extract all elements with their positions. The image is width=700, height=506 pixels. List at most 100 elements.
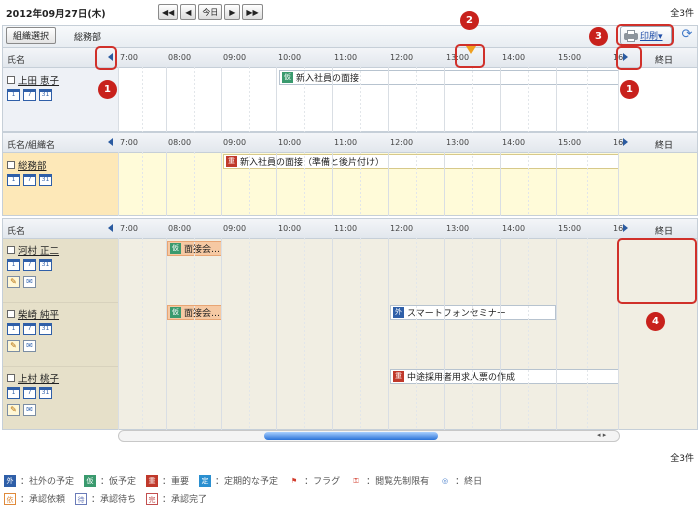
tick-label: 10:00 bbox=[278, 138, 302, 147]
member-name-link[interactable]: 上村 桃子 bbox=[18, 371, 59, 385]
tick-label: 12:00 bbox=[390, 53, 414, 62]
legend-label: ：承認依頼 bbox=[20, 495, 66, 505]
member-checkbox[interactable] bbox=[7, 310, 15, 318]
week-calendar-icon[interactable]: 7 bbox=[23, 387, 36, 399]
org-checkbox[interactable] bbox=[7, 161, 15, 169]
half-hour-gridline bbox=[304, 67, 305, 132]
event-title: 中途採用者用求人票の作成 bbox=[407, 373, 516, 383]
member-row-header: 柴崎 純平 bbox=[7, 307, 59, 321]
week-calendar-icon[interactable]: 7 bbox=[23, 89, 36, 101]
member-name-cell: 柴崎 純平 1 7 31 ✎ ✉ bbox=[3, 303, 119, 367]
month-calendar-icon[interactable]: 31 bbox=[39, 387, 52, 399]
scroll-left-arrow-icon[interactable] bbox=[108, 224, 113, 232]
schedule-event[interactable]: 重 中途採用者用求人票の作成 bbox=[390, 369, 619, 384]
schedule-event[interactable]: 重 新入社員の面接（準備と後片付け） bbox=[223, 154, 619, 169]
mail-icon[interactable]: ✉ bbox=[23, 340, 36, 352]
hour-gridline bbox=[332, 238, 333, 430]
month-calendar-icon[interactable]: 31 bbox=[39, 323, 52, 335]
prev-week-button[interactable]: ◀◀ bbox=[158, 4, 179, 20]
name-column-header: 氏名 bbox=[7, 227, 26, 237]
schedule-event[interactable]: 外 スマートフォンセミナー bbox=[390, 305, 556, 320]
hour-gridline bbox=[332, 67, 333, 132]
hour-gridline bbox=[388, 67, 389, 132]
member-name-link[interactable]: 柴崎 純平 bbox=[18, 307, 59, 321]
tentative-tag-icon: 仮 bbox=[170, 243, 181, 254]
tick-label: 08:00 bbox=[168, 138, 192, 147]
hour-gridline bbox=[166, 238, 167, 430]
scroll-arrows[interactable]: ◂ ▸ bbox=[597, 431, 606, 439]
member-checkbox[interactable] bbox=[7, 374, 15, 382]
callout-box-3 bbox=[616, 24, 674, 46]
tick-label: 14:00 bbox=[502, 53, 526, 62]
member-checkbox[interactable] bbox=[7, 246, 15, 254]
member-name-link[interactable]: 河村 正二 bbox=[18, 243, 59, 257]
half-hour-gridline bbox=[360, 152, 361, 216]
hour-gridline bbox=[221, 67, 222, 132]
org-select-button[interactable]: 組織選択 bbox=[6, 27, 57, 44]
tick-label: 09:00 bbox=[223, 224, 247, 233]
user-name-link[interactable]: 上田 恵子 bbox=[18, 73, 59, 87]
half-hour-gridline bbox=[142, 67, 143, 132]
today-button[interactable]: 今日 bbox=[198, 4, 223, 20]
tick-label: 10:00 bbox=[278, 224, 302, 233]
member-action-icons: ✎ ✉ bbox=[7, 404, 36, 416]
legend-label: ：定期的な予定 bbox=[215, 477, 279, 487]
tick-label: 13:00 bbox=[446, 224, 470, 233]
hour-gridline bbox=[118, 67, 119, 132]
hour-gridline bbox=[166, 152, 167, 216]
edit-note-icon[interactable]: ✎ bbox=[7, 276, 20, 288]
edit-note-icon[interactable]: ✎ bbox=[7, 404, 20, 416]
scroll-left-arrow-icon[interactable] bbox=[108, 138, 113, 146]
allday-column-header: 終日 bbox=[655, 56, 674, 66]
tick-label: 09:00 bbox=[223, 53, 247, 62]
week-calendar-icon[interactable]: 7 bbox=[23, 174, 36, 186]
month-calendar-icon[interactable]: 31 bbox=[39, 89, 52, 101]
day-calendar-icon[interactable]: 1 bbox=[7, 387, 20, 399]
org-name-link[interactable]: 総務部 bbox=[18, 158, 47, 172]
calendar-view-icons: 1 7 31 bbox=[7, 387, 52, 399]
event-title: 新入社員の面接 bbox=[296, 74, 360, 84]
next-week-button[interactable]: ▶▶ bbox=[242, 4, 263, 20]
member-name-cell: 上村 桃子 1 7 31 ✎ ✉ bbox=[3, 367, 119, 429]
callout-box-1b bbox=[616, 46, 642, 70]
day-calendar-icon[interactable]: 1 bbox=[7, 259, 20, 271]
week-calendar-icon[interactable]: 7 bbox=[23, 323, 36, 335]
next-day-button[interactable]: ▶ bbox=[224, 4, 241, 20]
member-schedule-section: 氏名 7:00 08:00 09:00 10:00 11:00 12:00 13… bbox=[2, 218, 698, 430]
legend-line-1: 外 ：社外の予定 仮：仮予定 重：重要 定：定期的な予定 ⚑ ：フラグ ⚿ ：閲覧先制… bbox=[4, 474, 482, 487]
half-hour-gridline bbox=[304, 152, 305, 216]
mail-icon[interactable]: ✉ bbox=[23, 276, 36, 288]
scrollbar-thumb[interactable] bbox=[264, 432, 438, 440]
legend-label: ：承認完了 bbox=[162, 495, 208, 505]
hour-gridline bbox=[444, 238, 445, 430]
refresh-icon[interactable]: ⟳ bbox=[680, 28, 694, 42]
hour-gridline bbox=[388, 152, 389, 216]
mail-icon[interactable]: ✉ bbox=[23, 404, 36, 416]
scroll-right-arrow-icon[interactable] bbox=[623, 224, 628, 232]
schedule-event[interactable]: 仮 新入社員の面接 bbox=[279, 70, 619, 85]
tick-label: 11:00 bbox=[334, 138, 358, 147]
month-calendar-icon[interactable]: 31 bbox=[39, 174, 52, 186]
horizontal-scrollbar[interactable] bbox=[118, 430, 620, 442]
prev-day-button[interactable]: ◀ bbox=[180, 4, 197, 20]
callout-badge-4: 4 bbox=[646, 312, 665, 331]
day-calendar-icon[interactable]: 1 bbox=[7, 174, 20, 186]
half-hour-gridline bbox=[194, 152, 195, 216]
day-calendar-icon[interactable]: 1 bbox=[7, 89, 20, 101]
calendar-view-icons: 1 7 31 bbox=[7, 89, 52, 101]
week-calendar-icon[interactable]: 7 bbox=[23, 259, 36, 271]
month-calendar-icon[interactable]: 31 bbox=[39, 259, 52, 271]
scroll-right-arrow-icon[interactable] bbox=[623, 138, 628, 146]
half-hour-gridline bbox=[587, 67, 588, 132]
user-checkbox[interactable] bbox=[7, 76, 15, 84]
half-hour-gridline bbox=[416, 238, 417, 430]
callout-badge-1: 1 bbox=[98, 80, 117, 99]
tick-label: 10:00 bbox=[278, 53, 302, 62]
edit-note-icon[interactable]: ✎ bbox=[7, 340, 20, 352]
allday-icon: ◎ bbox=[442, 476, 449, 485]
org-row-header: 総務部 bbox=[7, 158, 47, 172]
day-calendar-icon[interactable]: 1 bbox=[7, 323, 20, 335]
tick-label: 08:00 bbox=[168, 53, 192, 62]
tick-label: 11:00 bbox=[334, 53, 358, 62]
flag-icon: ⚑ bbox=[290, 476, 298, 485]
